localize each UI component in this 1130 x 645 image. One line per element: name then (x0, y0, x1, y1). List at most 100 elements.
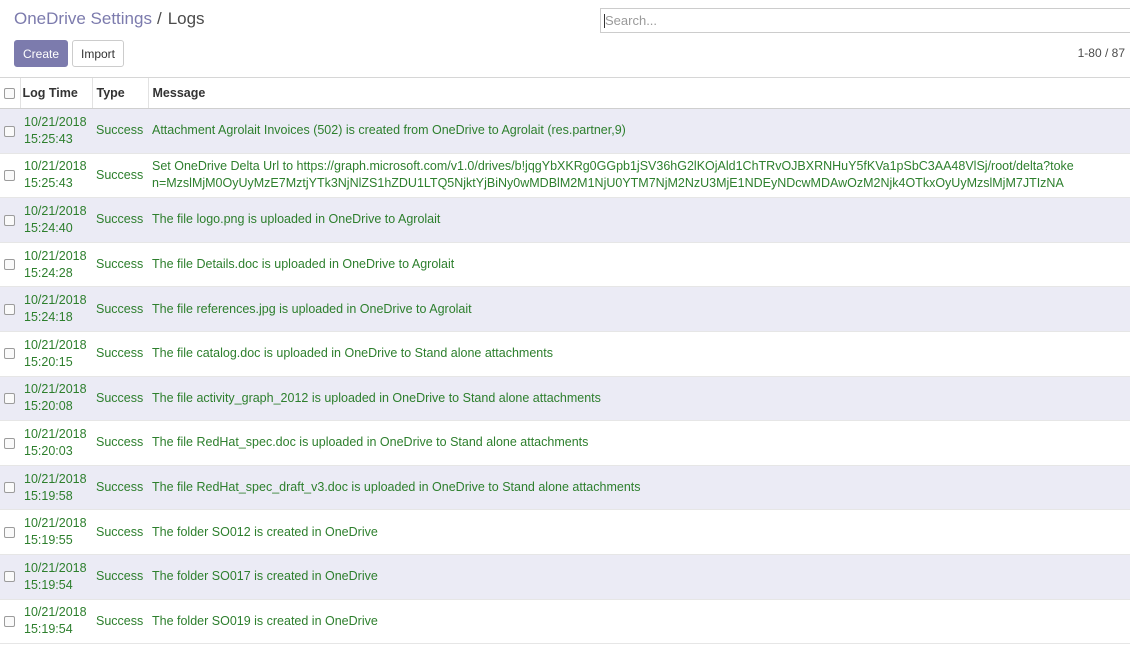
table-row[interactable]: 10/21/2018 15:25:43 Success Attachment Agro… (0, 108, 1130, 154)
log-time-cell: 10/21/2018 15:19:54 (20, 554, 92, 600)
row-select-cell (0, 599, 20, 645)
log-message-cell: The file logo.png is uploaded in OneDriv… (148, 197, 1130, 243)
log-date: 10/21/2018 (24, 203, 87, 218)
row-checkbox[interactable] (4, 259, 15, 271)
row-checkbox[interactable] (4, 526, 15, 538)
log-time-cell: 10/21/2018 15:20:15 (20, 331, 92, 377)
row-checkbox[interactable] (4, 303, 15, 315)
column-header-type[interactable]: Type (91, 77, 148, 109)
table-row[interactable]: 10/21/2018 15:19:58 Success The file RedHat… (0, 465, 1130, 511)
log-message-cell: The file activity_graph_2012 is uploaded… (148, 376, 1130, 422)
log-type-cell: Success (92, 331, 148, 377)
row-select-cell (0, 331, 20, 377)
log-message-cell: The file Details.doc is uploaded in OneD… (148, 242, 1130, 288)
table-row[interactable]: 10/21/2018 15:20:03 Success The file RedHat… (0, 420, 1130, 466)
log-type-cell: Success (92, 286, 148, 332)
row-checkbox[interactable] (4, 437, 15, 449)
log-time: 15:24:40 (24, 220, 73, 235)
log-type-cell: Success (92, 465, 148, 511)
select-all-checkbox[interactable] (4, 88, 15, 100)
log-date: 10/21/2018 (24, 426, 87, 441)
row-select-cell (0, 242, 20, 288)
column-header-log-time[interactable]: Log Time (19, 77, 92, 109)
log-type-cell: Success (92, 197, 148, 243)
log-message-cell: The file references.jpg is uploaded in O… (148, 286, 1130, 332)
breadcrumb: OneDrive Settings / Logs (14, 8, 205, 30)
log-date: 10/21/2018 (24, 605, 87, 620)
log-type-cell: Success (92, 108, 148, 154)
log-message-cell: Attachment Agrolait Invoices (502) is cr… (148, 108, 1130, 154)
log-message-cell: The file RedHat_spec.doc is uploaded in … (148, 420, 1130, 466)
row-select-cell (0, 197, 20, 243)
table-body: 10/21/2018 15:25:43 Success Attachment Agro… (0, 108, 1130, 645)
logs-table: Log Time Type Message 10/21/2018 15:25:43… (0, 77, 1130, 645)
row-select-cell (0, 465, 20, 511)
breadcrumb-parent-link[interactable]: OneDrive Settings (14, 9, 152, 28)
log-date: 10/21/2018 (24, 159, 87, 174)
log-time: 15:19:55 (24, 533, 73, 548)
log-time: 15:20:15 (24, 354, 73, 369)
log-message-cell: The file RedHat_spec_draft_v3.doc is upl… (148, 465, 1130, 511)
table-row[interactable]: 10/21/2018 15:24:28 Success The file Detail… (0, 242, 1130, 288)
pager-value[interactable]: 1-80 / 87 (1078, 46, 1125, 60)
log-time: 15:25:43 (24, 131, 73, 146)
table-row[interactable]: 10/21/2018 15:24:40 Success The file logo.p… (0, 197, 1130, 243)
log-type-cell: Success (92, 242, 148, 288)
table-row[interactable]: 10/21/2018 15:20:08 Success The file activi… (0, 376, 1130, 422)
log-time-cell: 10/21/2018 15:19:58 (20, 465, 92, 511)
log-message-cell: The folder SO019 is created in OneDrive (148, 599, 1130, 645)
row-select-cell (0, 420, 20, 466)
page-title: Logs (167, 9, 205, 28)
log-time: 15:19:54 (24, 622, 73, 637)
log-time-cell: 10/21/2018 15:25:43 (20, 108, 92, 154)
row-select-cell (0, 153, 20, 199)
log-time-cell: 10/21/2018 15:20:08 (20, 376, 92, 422)
table-row[interactable]: 10/21/2018 15:20:15 Success The file catalo… (0, 331, 1130, 377)
log-time-cell: 10/21/2018 15:24:28 (20, 242, 92, 288)
table-row[interactable]: 10/21/2018 15:25:43 Success Set OneDrive De… (0, 153, 1130, 199)
log-time: 15:20:03 (24, 443, 73, 458)
log-time: 15:19:58 (24, 488, 73, 503)
table-row[interactable]: 10/21/2018 15:19:54 Success The folder SO01… (0, 554, 1130, 600)
log-date: 10/21/2018 (24, 560, 87, 575)
log-time-cell: 10/21/2018 15:25:43 (20, 153, 92, 199)
import-button[interactable]: Import (72, 40, 124, 67)
table-row[interactable]: 10/21/2018 15:19:55 Success The folder SO01… (0, 509, 1130, 555)
row-checkbox[interactable] (4, 616, 15, 628)
row-checkbox[interactable] (4, 170, 15, 182)
log-date: 10/21/2018 (24, 114, 87, 129)
table-row[interactable]: 10/21/2018 15:19:54 Success The folder SO01… (0, 599, 1130, 645)
log-time-cell: 10/21/2018 15:24:40 (20, 197, 92, 243)
log-type-cell: Success (92, 153, 148, 199)
search-input[interactable] (601, 9, 1130, 32)
row-checkbox[interactable] (4, 571, 15, 583)
table-header-row: Log Time Type Message (0, 77, 1130, 109)
log-date: 10/21/2018 (24, 382, 87, 397)
row-checkbox[interactable] (4, 393, 15, 405)
row-select-cell (0, 108, 20, 154)
table-row[interactable]: 10/21/2018 15:24:18 Success The file refere… (0, 286, 1130, 332)
log-message-cell: The folder SO012 is created in OneDrive (148, 509, 1130, 555)
log-time: 15:24:18 (24, 310, 73, 325)
log-type-cell: Success (92, 599, 148, 645)
row-checkbox[interactable] (4, 125, 15, 137)
log-message-cell: The folder SO017 is created in OneDrive (148, 554, 1130, 600)
search-box (600, 8, 1130, 33)
control-panel: OneDrive Settings/ Logs Create Import 1-8… (0, 0, 1130, 78)
row-checkbox[interactable] (4, 214, 15, 226)
log-type-cell: Success (92, 554, 148, 600)
log-time: 15:24:28 (24, 265, 73, 280)
row-select-cell (0, 554, 20, 600)
log-date: 10/21/2018 (24, 293, 87, 308)
row-checkbox[interactable] (4, 482, 15, 494)
row-checkbox[interactable] (4, 348, 15, 360)
log-type-cell: Success (92, 509, 148, 555)
log-time: 15:20:08 (24, 399, 73, 414)
row-select-cell (0, 376, 20, 422)
column-header-message[interactable]: Message (147, 77, 1130, 109)
log-time: 15:25:43 (24, 176, 73, 191)
log-date: 10/21/2018 (24, 248, 87, 263)
row-select-cell (0, 509, 20, 555)
create-button[interactable]: Create (14, 40, 68, 67)
breadcrumb-separator: / (156, 9, 162, 28)
